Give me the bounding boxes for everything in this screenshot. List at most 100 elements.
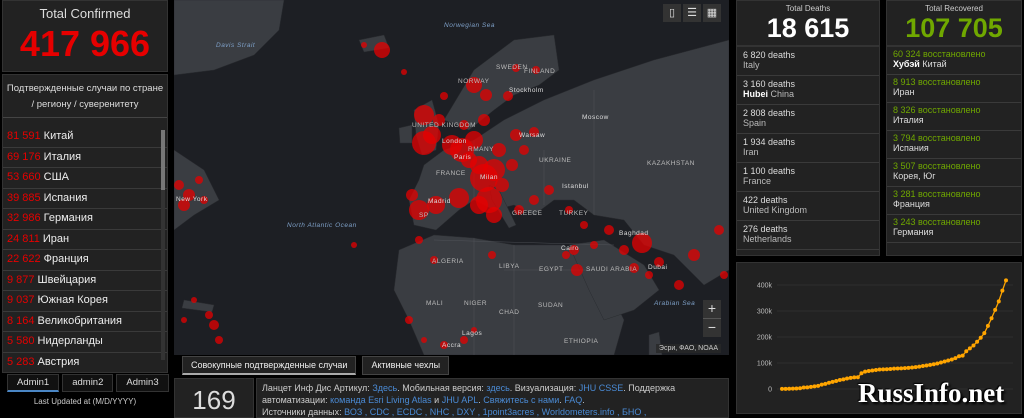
faq-link[interactable]: FAQ [564,395,582,405]
tab-admin1[interactable]: Admin1 [7,374,60,392]
recovered-list[interactable]: 60 324 восстановлено Хубэй Китай 8 913 вос… [886,46,1022,256]
data-point[interactable] [975,339,980,344]
data-point[interactable] [845,376,850,381]
deaths-list[interactable]: 6 820 deaths Italy 3 160 deaths Hubei China… [736,46,880,256]
scrollbar-thumb[interactable] [161,130,165,190]
data-point[interactable] [971,343,976,348]
data-point[interactable] [870,368,875,373]
data-point[interactable] [953,356,958,361]
country-row[interactable]: 32 986 Германия [3,209,167,230]
mobile-link[interactable]: здесь [486,383,509,393]
data-point[interactable] [982,331,987,336]
contact-link[interactable]: Свяжитесь с нами [483,395,559,405]
data-point[interactable] [780,386,784,391]
zoom-in-button[interactable]: + [703,300,721,318]
data-point[interactable] [964,349,969,354]
data-point[interactable] [895,366,900,371]
data-point[interactable] [899,366,904,371]
data-point[interactable] [834,378,839,383]
recovered-row[interactable]: 3 281 восстановлено Франция [887,187,1021,215]
data-point[interactable] [830,379,835,384]
data-point[interactable] [812,384,817,389]
data-point[interactable] [848,375,853,380]
data-point[interactable] [938,360,943,365]
data-point[interactable] [1004,278,1008,283]
country-row[interactable]: 5 283 Австрия [3,353,167,373]
country-list[interactable]: 81 591 Китай 69 176 Италия 53 660 США 39 885 Ис… [3,127,167,372]
data-point[interactable] [826,380,831,385]
data-point[interactable] [967,346,972,351]
data-point[interactable] [985,323,990,328]
data-point[interactable] [823,381,828,386]
recovered-row[interactable]: 8 326 восстановлено Италия [887,103,1021,131]
data-point[interactable] [877,367,882,372]
deaths-row[interactable]: 1 100 deaths France [737,163,879,192]
recovered-row[interactable]: 8 913 восстановлено Иран [887,75,1021,103]
data-point[interactable] [808,384,813,389]
deaths-row[interactable]: 2 808 deaths Spain [737,105,879,134]
country-row[interactable]: 69 176 Италия [3,148,167,168]
data-point[interactable] [942,359,947,364]
data-point[interactable] [805,385,810,390]
recovered-row[interactable]: 60 324 восстановлено Хубэй Китай [887,47,1021,75]
deaths-row[interactable]: 422 deaths United Kingdom [737,192,879,221]
data-point[interactable] [866,369,871,374]
data-point[interactable] [993,307,998,312]
data-point[interactable] [946,358,951,363]
data-point[interactable] [978,335,983,340]
data-sources-links[interactable]: ВОЗ , CDC , ECDC , NHC , DXY , 1point3ac… [344,407,646,417]
tab-admin3[interactable]: Admin3 [116,374,169,392]
tab-cumulative-confirmed[interactable]: Совокупные подтвержденные случаи [182,356,357,375]
data-point[interactable] [837,378,842,383]
data-point[interactable] [928,362,933,367]
data-point[interactable] [1000,288,1005,293]
article-link[interactable]: Здесь [372,383,397,393]
data-point[interactable] [996,299,1001,304]
list-icon[interactable]: ☰ [683,4,701,22]
country-row[interactable]: 5 580 Нидерланды [3,332,167,353]
world-map[interactable]: Norwegian Sea Davis Strait North Atlanti… [174,0,729,355]
data-point[interactable] [917,364,922,369]
data-point[interactable] [801,385,806,390]
tab-active-cases[interactable]: Активные чехлы [362,356,450,375]
country-row[interactable]: 24 811 Иран [3,230,167,250]
data-point[interactable] [790,386,795,391]
data-point[interactable] [841,377,846,382]
data-point[interactable] [902,366,907,371]
country-row[interactable]: 8 164 Великобритания [3,312,167,332]
data-point[interactable] [863,369,868,374]
data-point[interactable] [920,364,925,369]
country-row[interactable]: 22 622 Франция [3,250,167,271]
data-point[interactable] [888,367,893,372]
deaths-row[interactable]: 6 820 deaths Italy [737,47,879,76]
data-point[interactable] [913,365,918,370]
bookmark-icon[interactable]: ▯ [663,4,681,22]
country-row[interactable]: 81 591 Китай [3,127,167,148]
tab-admin2[interactable]: admin2 [62,374,114,392]
data-point[interactable] [924,363,929,368]
recovered-row[interactable]: 3 243 восстановлено Германия [887,215,1021,243]
data-point[interactable] [910,365,915,370]
data-point[interactable] [783,386,788,391]
data-point[interactable] [957,354,962,359]
data-point[interactable] [816,383,821,388]
data-point[interactable] [787,386,792,391]
data-point[interactable] [852,375,857,380]
data-point[interactable] [884,367,889,372]
data-point[interactable] [906,365,911,370]
country-row[interactable]: 9 037 Южная Корея [3,291,167,312]
data-point[interactable] [935,361,940,366]
esri-link[interactable]: команда Esri Living Atlas [330,395,432,405]
data-point[interactable] [819,382,824,387]
zoom-out-button[interactable]: − [703,318,721,337]
data-point[interactable] [859,371,864,376]
data-point[interactable] [881,367,886,372]
data-point[interactable] [798,386,803,391]
data-point[interactable] [873,367,878,372]
recovered-row[interactable]: 3 794 восстановлено Испания [887,131,1021,159]
data-point[interactable] [949,357,954,362]
deaths-row[interactable]: 1 934 deaths Iran [737,134,879,163]
country-row[interactable]: 9 877 Швейцария [3,271,167,291]
data-point[interactable] [892,366,896,371]
data-point[interactable] [989,316,994,321]
